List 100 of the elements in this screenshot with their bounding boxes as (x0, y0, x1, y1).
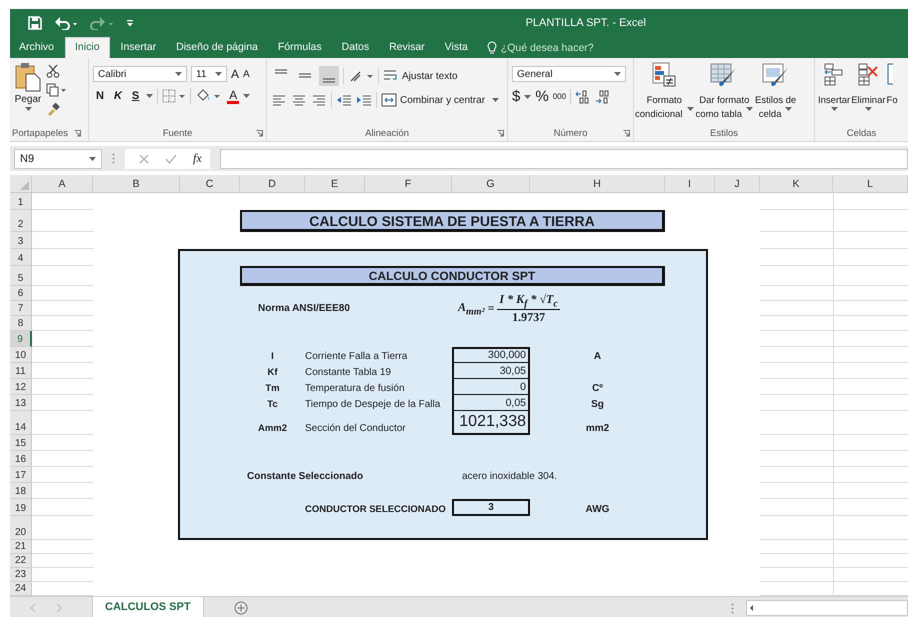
column-header[interactable]: D (240, 175, 305, 192)
increase-font-button[interactable]: A (231, 67, 240, 81)
ribbon-tab[interactable]: Inicio (65, 37, 110, 58)
column-header[interactable]: K (760, 175, 833, 192)
row-header[interactable]: 3 (10, 232, 32, 249)
row-header[interactable]: 16 (10, 451, 32, 467)
wrap-text-button[interactable]: Ajustar texto (383, 69, 458, 83)
cells-button[interactable]: Insertar (818, 62, 850, 125)
row-header[interactable]: 14 (10, 411, 32, 435)
style-button[interactable]: Formato condicional (635, 62, 694, 125)
row-header[interactable]: 20 (10, 516, 32, 540)
save-icon[interactable] (28, 16, 42, 30)
value-cell[interactable]: 300,000 (452, 347, 530, 363)
ribbon-tab[interactable]: Revisar (380, 37, 434, 58)
row-header[interactable]: 24 (10, 582, 32, 596)
align-left-icon[interactable] (271, 93, 287, 107)
row-header[interactable]: 8 (10, 316, 32, 331)
dialog-launcher-icon[interactable] (623, 130, 630, 137)
column-header[interactable]: H (530, 175, 665, 192)
decrease-decimal-icon[interactable] (595, 90, 612, 104)
ribbon-tab[interactable]: Insertar (112, 37, 166, 58)
decrease-font-button[interactable]: A (243, 68, 250, 80)
caret-icon[interactable] (524, 94, 532, 98)
column-header[interactable]: C (180, 175, 240, 192)
column-header[interactable]: A (32, 175, 93, 192)
number-format-dropdown[interactable]: General (512, 66, 626, 82)
currency-button[interactable]: $ (512, 88, 520, 105)
row-header[interactable]: 10 (10, 347, 32, 363)
column-header[interactable]: L (833, 175, 908, 192)
ribbon-tab[interactable]: Diseño de página (167, 37, 267, 58)
increase-decimal-icon[interactable] (575, 90, 592, 104)
row-header[interactable]: 23 (10, 568, 32, 582)
merge-center-button[interactable]: Combinar y centrar (381, 93, 500, 107)
dialog-launcher-icon[interactable] (74, 130, 81, 136)
customize-icon[interactable] (126, 19, 134, 27)
value-cell[interactable]: 0 (452, 379, 530, 395)
value-cell[interactable]: 0,05 (452, 395, 530, 411)
column-header[interactable]: J (715, 175, 760, 192)
value-cell[interactable]: 30,05 (452, 363, 530, 379)
copy-icon[interactable] (46, 83, 66, 97)
ribbon-tab[interactable]: Vista (436, 37, 477, 58)
borders-icon[interactable] (162, 89, 186, 103)
value-cell[interactable]: 1021,338 (452, 411, 530, 435)
conductor-value-cell[interactable]: 3 (452, 499, 530, 516)
row-header[interactable]: 13 (10, 395, 32, 411)
font-size-dropdown[interactable]: 11 (191, 66, 227, 82)
align-lines-icon[interactable] (319, 66, 339, 86)
row-header[interactable]: 19 (10, 499, 32, 516)
font-name-dropdown[interactable]: Calibri (93, 66, 187, 82)
paste-button[interactable]: Pegar (14, 62, 42, 125)
row-header[interactable]: 22 (10, 554, 32, 568)
row-header[interactable]: 11 (10, 363, 32, 379)
row-header[interactable]: 15 (10, 435, 32, 451)
row-header[interactable]: 18 (10, 483, 32, 499)
bold-button[interactable]: N (93, 90, 107, 102)
thousands-button[interactable]: 000 (552, 92, 566, 101)
tell-me-field[interactable]: ¿Qué desea hacer? (496, 37, 615, 58)
style-button[interactable]: Estilos de celda (755, 62, 796, 125)
column-header[interactable]: I (665, 175, 715, 192)
row-header[interactable]: 7 (10, 301, 32, 316)
caret-icon[interactable] (243, 94, 250, 98)
column-header[interactable]: B (93, 175, 180, 192)
dialog-launcher-icon[interactable] (256, 130, 263, 137)
formula-input[interactable] (220, 148, 908, 168)
row-header[interactable]: 1 (10, 193, 32, 210)
column-header[interactable]: E (305, 175, 365, 192)
add-sheet-icon[interactable] (234, 601, 248, 615)
style-button[interactable]: Dar formato como tabla (696, 62, 754, 125)
percent-button[interactable]: % (535, 88, 549, 105)
cells-button[interactable]: Fo (886, 62, 898, 125)
insert-function-button[interactable]: fx (193, 151, 202, 166)
increase-indent-icon[interactable] (356, 93, 372, 107)
name-box[interactable]: N9 (14, 148, 102, 168)
row-header[interactable]: 2 (10, 210, 32, 232)
lightbulb-icon[interactable] (486, 40, 497, 54)
align-center-icon[interactable] (291, 93, 307, 107)
font-color-button[interactable]: A (227, 88, 240, 104)
caret-icon[interactable] (146, 94, 154, 98)
column-header[interactable]: G (452, 175, 530, 192)
row-header[interactable]: 5 (10, 266, 32, 286)
row-header[interactable]: 21 (10, 540, 32, 554)
cut-icon[interactable] (46, 64, 60, 78)
ribbon-tab[interactable]: Archivo (10, 37, 64, 58)
row-header[interactable]: 9 (10, 331, 32, 347)
column-header[interactable]: F (365, 175, 452, 192)
dialog-launcher-icon[interactable] (497, 130, 504, 137)
cells-button[interactable]: Eliminar (851, 62, 886, 125)
underline-button[interactable]: S (128, 90, 142, 102)
format-painter-icon[interactable] (46, 102, 60, 116)
check-icon[interactable] (165, 154, 177, 164)
row-header[interactable]: 6 (10, 286, 32, 301)
row-header[interactable]: 17 (10, 467, 32, 483)
row-header[interactable]: 4 (10, 249, 32, 266)
decrease-indent-icon[interactable] (336, 93, 352, 107)
italic-button[interactable]: K (110, 90, 125, 102)
horizontal-scrollbar[interactable] (746, 600, 908, 616)
row-header[interactable]: 12 (10, 379, 32, 395)
undo-icon[interactable] (54, 16, 78, 30)
ribbon-tab[interactable]: Fórmulas (268, 37, 331, 58)
align-right-icon[interactable] (311, 93, 327, 107)
